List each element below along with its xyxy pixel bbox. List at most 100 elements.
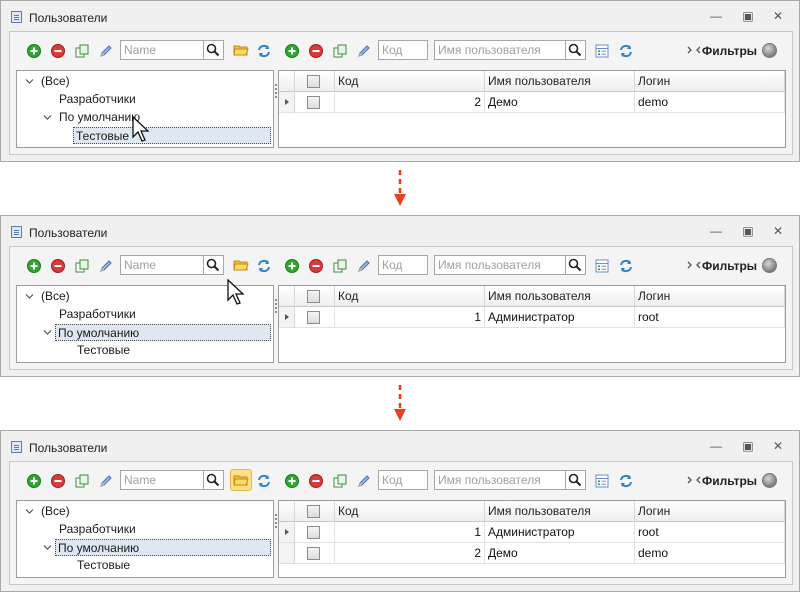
- column-header-username[interactable]: Имя пользователя: [485, 286, 635, 307]
- column-header-username[interactable]: Имя пользователя: [485, 501, 635, 522]
- row-checkbox-cell[interactable]: [295, 307, 335, 328]
- name-search-input[interactable]: [121, 256, 203, 274]
- row-checkbox[interactable]: [307, 311, 320, 324]
- username-search-field[interactable]: [434, 255, 566, 275]
- expand-arrow-icon[interactable]: [25, 77, 34, 86]
- expand-arrow-icon[interactable]: [43, 113, 52, 122]
- delete-icon[interactable]: [308, 43, 324, 59]
- columns-icon[interactable]: [594, 43, 610, 59]
- search-button[interactable]: [566, 255, 586, 275]
- row-checkbox-cell[interactable]: [295, 92, 335, 113]
- columns-icon[interactable]: [594, 473, 610, 489]
- columns-icon[interactable]: [594, 258, 610, 274]
- cell-login[interactable]: demo: [635, 92, 785, 113]
- splitter-grip[interactable]: [275, 514, 277, 530]
- column-header-code[interactable]: Код: [335, 286, 485, 307]
- column-header-login[interactable]: Логин: [635, 286, 785, 307]
- edit-icon[interactable]: [356, 258, 372, 274]
- username-search-field[interactable]: [434, 470, 566, 490]
- code-search-field[interactable]: [378, 470, 428, 490]
- username-search-input[interactable]: [435, 256, 565, 274]
- row-checkbox[interactable]: [307, 526, 320, 539]
- folder-button[interactable]: [230, 469, 252, 491]
- minimize-icon[interactable]: —: [709, 9, 723, 23]
- cell-code[interactable]: 2: [335, 92, 485, 113]
- cell-login[interactable]: root: [635, 522, 785, 543]
- splitter-grip[interactable]: [275, 299, 277, 315]
- add-icon[interactable]: [26, 473, 42, 489]
- search-button[interactable]: [566, 470, 586, 490]
- row-checkbox-cell[interactable]: [295, 543, 335, 564]
- status-ball-icon[interactable]: [762, 258, 777, 273]
- splitter-grip[interactable]: [275, 84, 277, 100]
- copy-icon[interactable]: [74, 473, 90, 489]
- cell-login[interactable]: demo: [635, 543, 785, 564]
- copy-icon[interactable]: [332, 258, 348, 274]
- code-search-field[interactable]: [378, 40, 428, 60]
- collapse-icon[interactable]: [686, 43, 702, 59]
- restore-icon[interactable]: ▣: [741, 9, 755, 23]
- close-icon[interactable]: ✕: [771, 224, 785, 238]
- copy-icon[interactable]: [74, 43, 90, 59]
- refresh-icon[interactable]: [618, 43, 634, 59]
- tree-item-test[interactable]: Тестовые: [73, 127, 271, 144]
- folder-button[interactable]: [230, 254, 252, 276]
- copy-icon[interactable]: [74, 258, 90, 274]
- cell-code[interactable]: 2: [335, 543, 485, 564]
- code-search-input[interactable]: [379, 471, 427, 489]
- search-button[interactable]: [204, 40, 224, 60]
- username-search-input[interactable]: [435, 471, 565, 489]
- add-icon[interactable]: [284, 473, 300, 489]
- minimize-icon[interactable]: —: [709, 224, 723, 238]
- filters-label[interactable]: Фильтры: [702, 44, 757, 58]
- close-icon[interactable]: ✕: [771, 439, 785, 453]
- tree-item-developers[interactable]: Разработчики: [57, 521, 138, 538]
- cell-login[interactable]: root: [635, 307, 785, 328]
- tree-item-all[interactable]: (Все): [39, 503, 72, 520]
- tree-item-developers[interactable]: Разработчики: [57, 91, 138, 108]
- search-button[interactable]: [204, 255, 224, 275]
- column-header-login[interactable]: Логин: [635, 501, 785, 522]
- name-search-input[interactable]: [121, 41, 203, 59]
- cell-code[interactable]: 1: [335, 307, 485, 328]
- cell-code[interactable]: 1: [335, 522, 485, 543]
- row-checkbox[interactable]: [307, 547, 320, 560]
- restore-icon[interactable]: ▣: [741, 439, 755, 453]
- delete-icon[interactable]: [50, 43, 66, 59]
- refresh-icon[interactable]: [256, 43, 272, 59]
- name-search-field[interactable]: [120, 255, 204, 275]
- add-icon[interactable]: [26, 43, 42, 59]
- search-button[interactable]: [566, 40, 586, 60]
- minimize-icon[interactable]: —: [709, 439, 723, 453]
- edit-icon[interactable]: [98, 43, 114, 59]
- delete-icon[interactable]: [50, 473, 66, 489]
- status-ball-icon[interactable]: [762, 473, 777, 488]
- refresh-icon[interactable]: [618, 473, 634, 489]
- tree-item-test[interactable]: Тестовые: [75, 557, 132, 574]
- close-icon[interactable]: ✕: [771, 9, 785, 23]
- delete-icon[interactable]: [50, 258, 66, 274]
- code-search-input[interactable]: [379, 41, 427, 59]
- add-icon[interactable]: [284, 43, 300, 59]
- cell-username[interactable]: Демо: [485, 543, 635, 564]
- edit-icon[interactable]: [98, 258, 114, 274]
- copy-icon[interactable]: [332, 43, 348, 59]
- search-button[interactable]: [204, 470, 224, 490]
- name-search-input[interactable]: [121, 471, 203, 489]
- edit-icon[interactable]: [98, 473, 114, 489]
- select-all-checkbox[interactable]: [307, 75, 320, 88]
- code-search-input[interactable]: [379, 256, 427, 274]
- add-icon[interactable]: [26, 258, 42, 274]
- expand-arrow-icon[interactable]: [43, 328, 52, 337]
- select-all-checkbox[interactable]: [307, 505, 320, 518]
- select-all-checkbox[interactable]: [307, 290, 320, 303]
- row-checkbox-cell[interactable]: [295, 522, 335, 543]
- tree-item-default[interactable]: По умолчанию: [57, 109, 142, 126]
- refresh-icon[interactable]: [256, 473, 272, 489]
- column-header-code[interactable]: Код: [335, 71, 485, 92]
- tree-item-all[interactable]: (Все): [39, 288, 72, 305]
- restore-icon[interactable]: ▣: [741, 224, 755, 238]
- row-checkbox[interactable]: [307, 96, 320, 109]
- tree-item-developers[interactable]: Разработчики: [57, 306, 138, 323]
- edit-icon[interactable]: [356, 473, 372, 489]
